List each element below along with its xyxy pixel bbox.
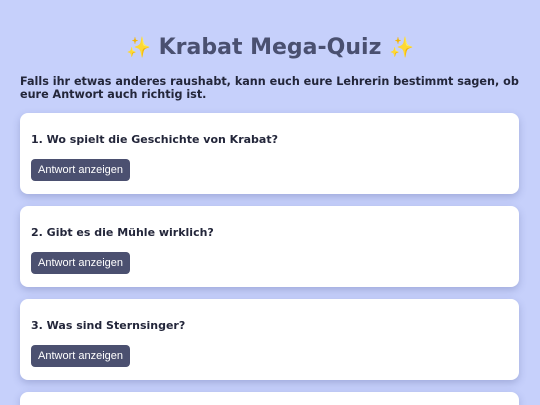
page-title-text: Krabat Mega-Quiz bbox=[158, 35, 382, 60]
question-card-partial bbox=[20, 392, 519, 405]
show-answer-button[interactable]: Antwort anzeigen bbox=[31, 159, 130, 181]
page-title: ✨ Krabat Mega-Quiz ✨ bbox=[0, 30, 540, 65]
question-card: 1. Wo spielt die Geschichte von Krabat? … bbox=[20, 113, 519, 194]
quiz-page: ✨ Krabat Mega-Quiz ✨ Falls ihr etwas and… bbox=[0, 0, 540, 405]
question-text: 2. Gibt es die Mühle wirklich? bbox=[31, 226, 214, 239]
sparkle-icon: ✨ bbox=[126, 35, 151, 59]
question-card: 2. Gibt es die Mühle wirklich? Antwort a… bbox=[20, 206, 519, 287]
sparkle-icon: ✨ bbox=[389, 35, 414, 59]
question-text: 3. Was sind Sternsinger? bbox=[31, 319, 186, 332]
show-answer-button[interactable]: Antwort anzeigen bbox=[31, 252, 130, 274]
question-card: 3. Was sind Sternsinger? Antwort anzeige… bbox=[20, 299, 519, 380]
question-text: 1. Wo spielt die Geschichte von Krabat? bbox=[31, 133, 278, 146]
intro-text: Falls ihr etwas anderes raushabt, kann e… bbox=[20, 75, 519, 101]
show-answer-button[interactable]: Antwort anzeigen bbox=[31, 345, 130, 367]
